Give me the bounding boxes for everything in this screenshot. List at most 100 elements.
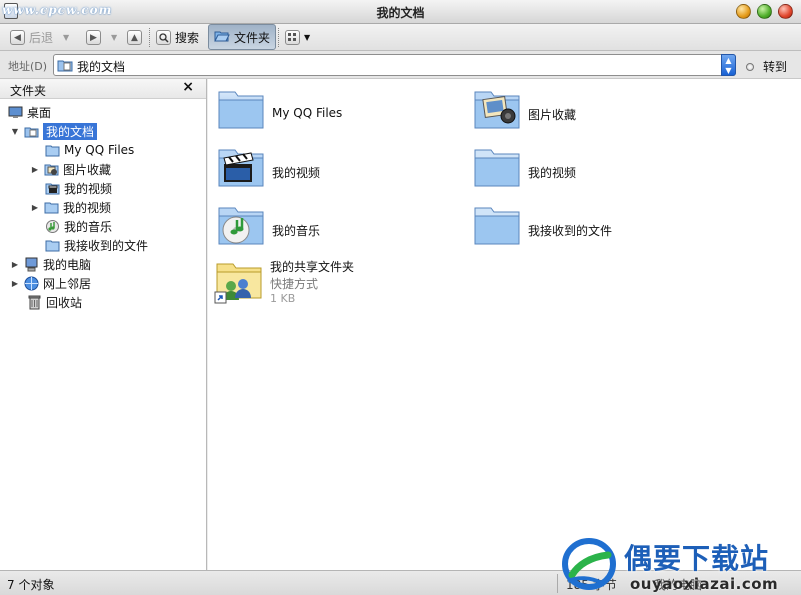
file-item-name: 我的视频 <box>272 166 321 180</box>
watermark-brand: 偶要下载站 <box>624 542 770 575</box>
tree-node-label: 回收站 <box>46 295 83 310</box>
collapsed-arrow-icon[interactable]: ▶ <box>10 279 20 288</box>
file-item-size: 1 KB <box>270 292 296 305</box>
tree-node-my-computer[interactable]: ▶ 我的电脑 <box>10 255 91 273</box>
collapsed-arrow-icon[interactable]: ▶ <box>30 165 40 174</box>
toolbar-separator <box>149 28 150 47</box>
go-button[interactable]: 转到 <box>746 58 787 75</box>
forward-dropdown-icon[interactable]: ▼ <box>111 33 117 42</box>
video-folder-icon <box>216 142 266 190</box>
file-item-name: 我的视频 <box>528 166 577 180</box>
computer-icon <box>24 257 39 272</box>
tree-node-label: My QQ Files <box>64 143 135 157</box>
tree-node-pictures[interactable]: ▶ 图片收藏 <box>30 160 111 178</box>
tree-node-my-documents[interactable]: ▼ 我的文档 <box>10 122 98 140</box>
tree-node-received-files[interactable]: 我接收到的文件 <box>45 236 148 254</box>
pictures-folder-icon <box>44 162 59 177</box>
network-icon <box>24 276 39 291</box>
recycle-bin-icon <box>27 295 42 310</box>
toolbar: ◀ 后退 ▼ ▶ ▼ ▲ 搜索 文件夹 ▼ <box>0 24 801 51</box>
search-icon <box>156 30 171 45</box>
shared-folder-shortcut-icon <box>214 258 264 306</box>
folder-icon <box>472 200 522 248</box>
file-item-received-files[interactable]: 我接收到的文件 <box>472 200 612 248</box>
search-label: 搜索 <box>175 31 200 45</box>
desktop-icon <box>8 105 23 120</box>
file-item-name: 我的音乐 <box>272 224 321 238</box>
search-button[interactable]: 搜索 <box>156 27 199 48</box>
collapsed-arrow-icon[interactable]: ▶ <box>10 260 20 269</box>
tree-node-videos-2[interactable]: ▶ 我的视频 <box>30 198 111 216</box>
my-documents-icon <box>57 57 73 73</box>
go-label: 转到 <box>763 60 788 74</box>
folder-tree-header: 文件夹 × <box>0 79 206 99</box>
tree-node-label: 我的文档 <box>43 122 98 140</box>
file-item-shared-folder[interactable]: 我的共享文件夹 快捷方式 1 KB <box>214 258 354 306</box>
file-item-details: 我的共享文件夹 快捷方式 1 KB <box>270 258 354 305</box>
file-item-videos[interactable]: 我的视频 <box>216 142 320 190</box>
folder-icon <box>45 143 60 158</box>
folders-button[interactable]: 文件夹 <box>208 24 277 50</box>
go-radio-icon <box>746 62 754 71</box>
file-item-name: 我的共享文件夹 <box>270 260 355 274</box>
tree-node-label: 网上邻居 <box>43 276 92 291</box>
tree-node-my-qq-files[interactable]: My QQ Files <box>45 141 134 159</box>
file-item-pictures[interactable]: 图片收藏 <box>472 84 576 132</box>
watermark-url: ouyaoxiazai.com <box>630 575 779 593</box>
maximize-button[interactable] <box>757 4 772 19</box>
tree-node-desktop[interactable]: 桌面 <box>8 103 51 121</box>
file-list-pane: My QQ Files 图片收藏 我的视频 我的视频 我的音乐 我接收到的文件 <box>208 79 801 570</box>
tree-node-label: 我的视频 <box>64 181 113 196</box>
file-item-my-qq-files[interactable]: My QQ Files <box>216 84 342 132</box>
file-item-name: 图片收藏 <box>528 108 577 122</box>
back-arrow-icon: ◀ <box>10 30 25 45</box>
views-dropdown-icon: ▼ <box>304 33 311 42</box>
file-item-name: 我接收到的文件 <box>528 224 613 238</box>
close-icon[interactable]: × <box>182 79 194 95</box>
tree-node-label: 我的视频 <box>63 200 112 215</box>
my-documents-icon <box>24 124 39 139</box>
forward-button[interactable]: ▶ ▼ <box>86 27 117 48</box>
tree-node-network[interactable]: ▶ 网上邻居 <box>10 274 91 292</box>
forward-arrow-icon: ▶ <box>86 30 101 45</box>
video-folder-icon <box>45 181 60 196</box>
title-bar: www.cpcw.com 我的文档 <box>0 0 801 24</box>
up-arrow-icon: ▲ <box>127 30 142 45</box>
file-item-type: 快捷方式 <box>270 277 319 291</box>
file-item-videos-2[interactable]: 我的视频 <box>472 142 576 190</box>
folder-icon <box>45 238 60 253</box>
tree-node-label: 我的音乐 <box>64 219 113 234</box>
address-label: 地址(D) <box>8 60 48 73</box>
pictures-folder-icon <box>472 84 522 132</box>
folder-icon <box>44 200 59 215</box>
tree-node-label: 图片收藏 <box>63 162 112 177</box>
tree-node-videos[interactable]: 我的视频 <box>45 179 112 197</box>
music-folder-icon <box>216 200 266 248</box>
up-button[interactable]: ▲ <box>127 27 142 48</box>
address-dropdown-icon[interactable]: ▲ ▼ <box>721 54 736 76</box>
back-label: 后退 <box>29 31 54 45</box>
tree-node-music[interactable]: 我的音乐 <box>45 217 112 235</box>
address-input[interactable]: 我的文档 ▲ ▼ <box>53 54 736 76</box>
collapsed-arrow-icon[interactable]: ▶ <box>30 203 40 212</box>
tree-node-recycle-bin[interactable]: 回收站 <box>27 293 82 311</box>
folder-icon <box>472 142 522 190</box>
views-grid-icon <box>285 30 300 45</box>
close-button[interactable] <box>778 4 793 19</box>
minimize-button[interactable] <box>736 4 751 19</box>
folder-open-icon <box>214 29 230 46</box>
watermark: 偶要下载站 ouyaoxiazai.com <box>558 535 801 595</box>
back-dropdown-icon[interactable]: ▼ <box>63 33 69 42</box>
watermark-logo-icon <box>561 537 617 591</box>
back-button[interactable]: ◀ 后退 ▼ <box>10 27 69 48</box>
views-button[interactable]: ▼ <box>285 27 310 48</box>
tree-node-label: 桌面 <box>27 105 52 120</box>
tree-node-label: 我接收到的文件 <box>64 238 149 253</box>
expanded-arrow-icon[interactable]: ▼ <box>10 127 20 136</box>
folder-icon <box>216 84 266 132</box>
window-title: 我的文档 <box>376 6 425 20</box>
file-item-music[interactable]: 我的音乐 <box>216 200 320 248</box>
folder-tree-title: 文件夹 <box>10 84 47 98</box>
music-folder-icon <box>45 219 60 234</box>
address-value: 我的文档 <box>77 60 126 74</box>
